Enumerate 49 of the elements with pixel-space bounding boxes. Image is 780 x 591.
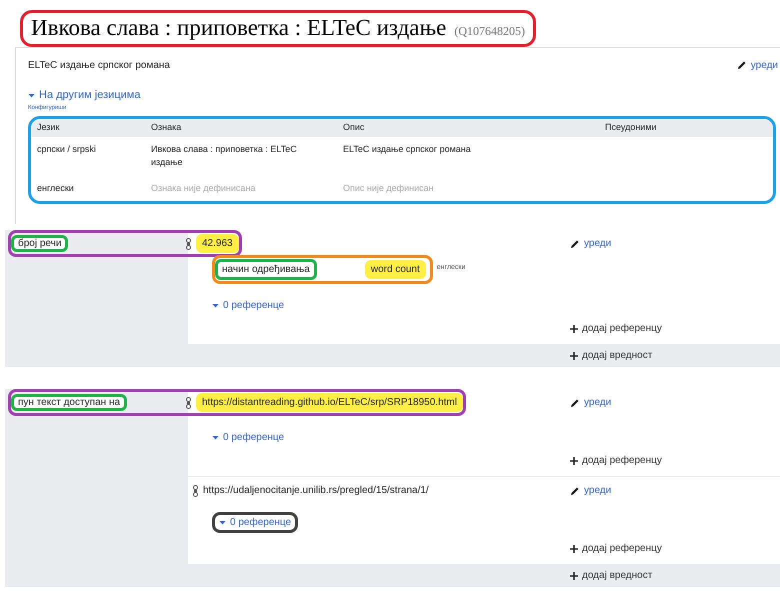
other-languages-toggle[interactable]: На другим језицима [39,86,140,104]
add-reference-link[interactable]: додај референцу [570,541,780,556]
add-reference-link[interactable]: додај референцу [570,453,780,468]
column-header: Опис [343,121,366,134]
item-id: (Q107648205) [454,23,526,40]
statement-value[interactable]: https://udaljenocitanje.unilib.rs/pregled/15/strana/1/ [203,483,429,498]
pencil-icon [736,60,747,70]
rank-icon[interactable] [185,238,192,250]
references-toggle[interactable]: 0 референце [212,512,298,534]
plus-icon [570,324,578,333]
column-header: Ознака [151,121,182,134]
caret-icon [212,434,219,442]
edit-link[interactable]: уреди [570,230,780,252]
add-value-link[interactable]: додај вредност [570,348,780,364]
edit-link[interactable]: уреди [570,477,780,498]
table-cell-text: Опис није дефинисан [343,182,435,195]
rank-icon[interactable] [192,484,199,497]
column-header: Псеудоними [605,121,658,134]
statement-value[interactable]: https://distantreading.github.io/ELTeC/srp/SRP18950.html [196,393,463,412]
references-link[interactable]: 0 референце [223,298,284,314]
property-label[interactable]: број речи [11,235,68,252]
page-title: Ивкова слава : приповетка : ELTeC издање [31,14,446,42]
add-reference-link[interactable]: додај референцу [570,321,780,336]
table-cell-text: Ивкова слава : приповетка : ELTeC издање [151,142,298,170]
plus-icon [570,544,578,553]
rank-icon[interactable] [185,396,192,409]
statement-value[interactable]: 42.963 [196,234,239,254]
plus-icon [570,352,578,360]
references-link[interactable]: 0 референце [230,515,292,530]
table-cell-text: Ознака није дефинисана [151,182,256,195]
add-value-link[interactable]: додај вредност [570,568,780,584]
references-link[interactable]: 0 референце [223,430,284,446]
qualifier-label[interactable]: начин одређивања [215,259,317,280]
plus-icon [570,572,578,580]
plus-icon [570,456,578,465]
edit-link[interactable]: уреди [736,58,778,73]
property-label[interactable]: пун текст доступан на [11,394,128,412]
caret-icon [219,519,226,526]
item-description: ELTeC издање српског романа [28,58,170,73]
pencil-icon [570,398,580,408]
caret-icon [212,302,219,310]
column-header: Језик [37,121,60,134]
qualifier-value[interactable]: word count [364,260,426,280]
table-cell-text: српски / srpski [37,142,97,156]
edit-link[interactable]: уреди [570,389,780,410]
pencil-icon [570,238,580,249]
pencil-icon [570,486,580,496]
table-cell-text: ELTeC издање српског романа [343,142,472,156]
table-cell-text: енглески [37,182,75,195]
